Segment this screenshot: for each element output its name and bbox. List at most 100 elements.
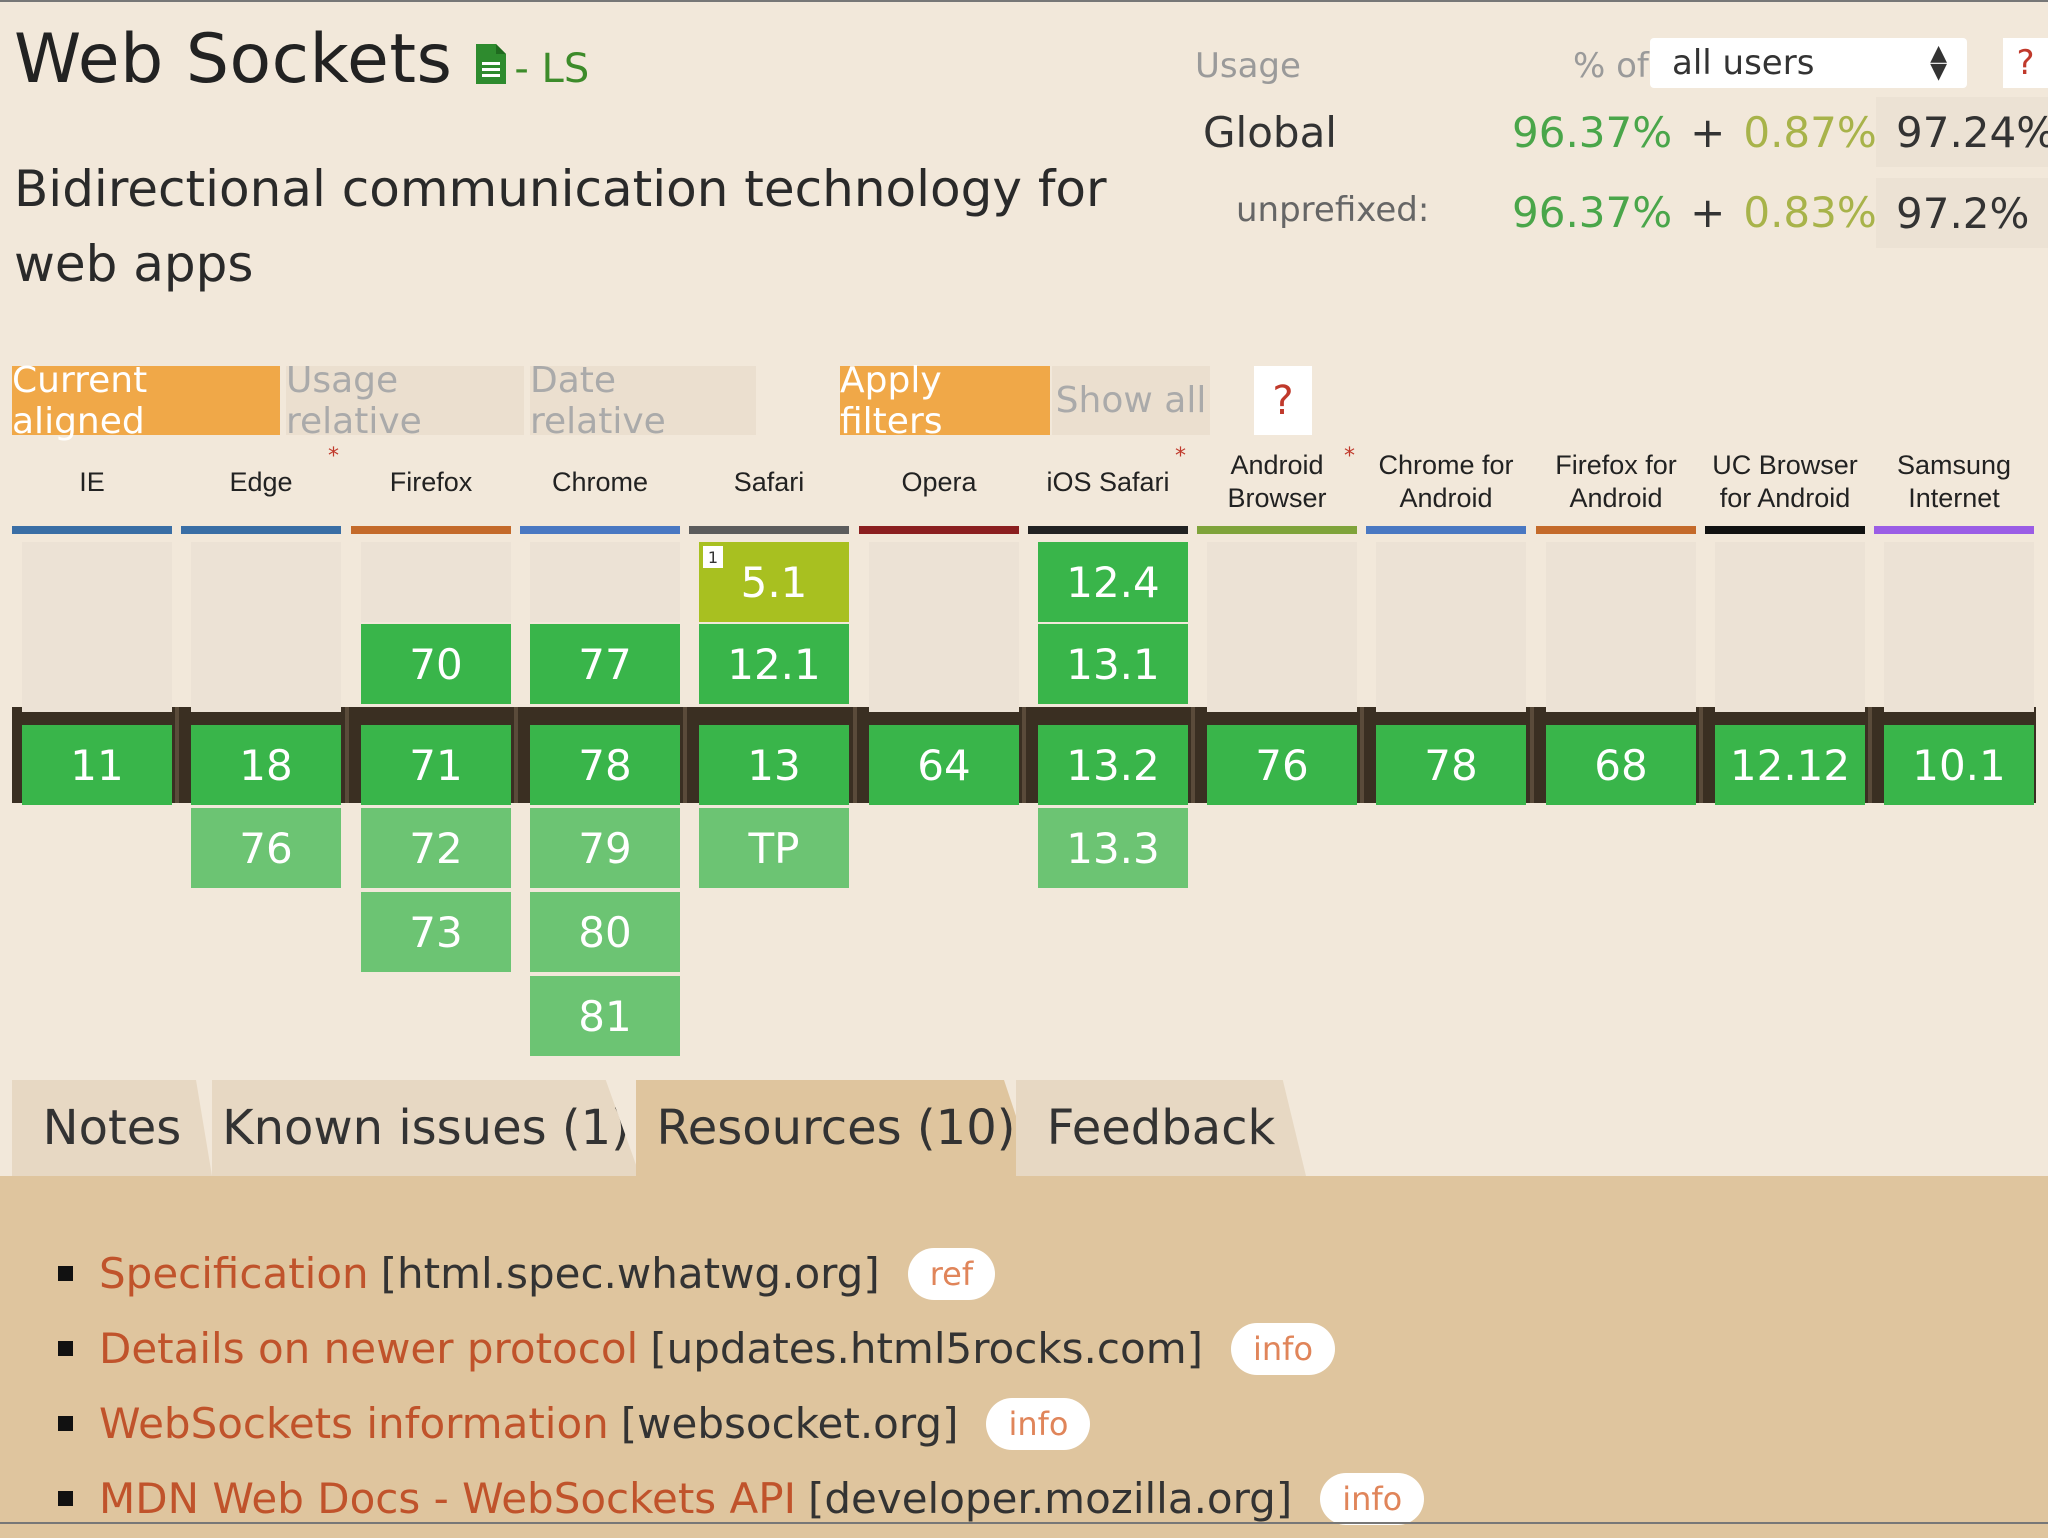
- version-cell[interactable]: 13.3: [1038, 808, 1188, 888]
- current-aligned-button[interactable]: Current aligned: [12, 360, 280, 442]
- tab-feedback[interactable]: Feedback: [1016, 1080, 1306, 1176]
- version-cell[interactable]: 12.4: [1038, 542, 1188, 622]
- band-separator: [1360, 707, 1364, 803]
- empty-version-cell: [1376, 542, 1526, 712]
- browser-name[interactable]: Edge: [181, 442, 341, 522]
- version-label: 12.4: [1066, 557, 1160, 607]
- version-cell[interactable]: 13: [699, 725, 849, 805]
- version-label: 13.1: [1066, 639, 1160, 689]
- tab-notes[interactable]: Notes: [12, 1080, 212, 1176]
- browser-name[interactable]: IE: [12, 442, 172, 522]
- document-icon[interactable]: [476, 44, 507, 84]
- users-select[interactable]: all users ▲ ▼: [1650, 38, 1967, 88]
- browser-name[interactable]: Android Browser: [1197, 442, 1357, 522]
- unprefixed-full-support: 96.37%: [1512, 188, 1673, 237]
- version-cell[interactable]: 12.12: [1715, 725, 1865, 805]
- usage-relative-button[interactable]: Usage relative: [286, 360, 524, 442]
- version-cell[interactable]: 18: [191, 725, 341, 805]
- version-cell[interactable]: 10.1: [1884, 725, 2034, 805]
- plus-sign: +: [1690, 108, 1726, 157]
- tab-resources[interactable]: Resources (10): [636, 1080, 1036, 1176]
- version-cell[interactable]: 72: [361, 808, 511, 888]
- version-cell[interactable]: 11: [22, 725, 172, 805]
- resource-link[interactable]: MDN Web Docs - WebSockets API: [99, 1474, 796, 1523]
- browser-name[interactable]: iOS Safari: [1028, 442, 1188, 522]
- browser-color-bar: [1874, 526, 2034, 534]
- global-total: 97.24%: [1876, 97, 2048, 167]
- version-cell[interactable]: 77: [530, 624, 680, 704]
- version-label: 79: [578, 823, 632, 873]
- version-cell[interactable]: 5.1 1: [699, 542, 849, 622]
- empty-version-cell: [191, 542, 341, 712]
- empty-version-cell: [1207, 542, 1357, 712]
- browser-name[interactable]: Samsung Internet: [1874, 442, 2034, 522]
- square-bullet-icon: [58, 1266, 73, 1281]
- version-cell[interactable]: 81: [530, 976, 680, 1056]
- usage-help-button[interactable]: ?: [2003, 38, 2048, 88]
- version-label: 76: [1255, 740, 1309, 790]
- version-label: 73: [409, 907, 463, 957]
- band-separator: [853, 707, 857, 803]
- band-separator: [1699, 707, 1703, 803]
- version-cell[interactable]: 12.1: [699, 624, 849, 704]
- version-cell[interactable]: 79: [530, 808, 680, 888]
- empty-version-cell: [1546, 542, 1696, 712]
- version-cell[interactable]: TP: [699, 808, 849, 888]
- version-cell[interactable]: 64: [869, 725, 1019, 805]
- version-cell[interactable]: 73: [361, 892, 511, 972]
- version-label: 80: [578, 907, 632, 957]
- browser-name[interactable]: Chrome for Android: [1366, 442, 1526, 522]
- asterisk-note-marker: *: [328, 444, 339, 469]
- version-label: 72: [409, 823, 463, 873]
- version-cell[interactable]: 76: [1207, 725, 1357, 805]
- browser-color-bar: [351, 526, 511, 534]
- version-cell[interactable]: 71: [361, 725, 511, 805]
- browser-name[interactable]: Safari: [689, 442, 849, 522]
- version-label: 18: [239, 740, 293, 790]
- resource-item: Specification [html.spec.whatwg.org] ref: [58, 1236, 1424, 1311]
- version-label: 76: [239, 823, 293, 873]
- feature-header: Web Sockets - LS: [14, 20, 589, 99]
- version-cell[interactable]: 13.2: [1038, 725, 1188, 805]
- version-cell[interactable]: 13.1: [1038, 624, 1188, 704]
- version-label: 5.1: [740, 557, 808, 607]
- show-all-button[interactable]: Show all: [1052, 366, 1210, 435]
- browser-color-bar: [1197, 526, 1357, 534]
- resource-domain: [html.spec.whatwg.org]: [380, 1249, 880, 1298]
- filters-help-button[interactable]: ?: [1254, 366, 1312, 435]
- browser-name[interactable]: Opera: [859, 442, 1019, 522]
- version-cell[interactable]: 76: [191, 808, 341, 888]
- browser-name[interactable]: Firefox: [351, 442, 511, 522]
- version-cell[interactable]: 78: [530, 725, 680, 805]
- resource-link[interactable]: WebSockets information: [99, 1399, 609, 1448]
- version-cell[interactable]: 80: [530, 892, 680, 972]
- asterisk-note-marker: *: [1175, 444, 1186, 469]
- version-label: 77: [578, 639, 632, 689]
- date-relative-button[interactable]: Date relative: [530, 360, 756, 442]
- version-cell[interactable]: 78: [1376, 725, 1526, 805]
- users-select-value: all users: [1672, 43, 1815, 83]
- band-separator: [1022, 707, 1026, 803]
- tab-known-issues[interactable]: Known issues (1): [212, 1080, 640, 1176]
- browser-name[interactable]: UC Browser for Android: [1705, 442, 1865, 522]
- version-cell[interactable]: 70: [361, 624, 511, 704]
- version-label: 13.3: [1066, 823, 1160, 873]
- unprefixed-partial-support: 0.83%: [1743, 188, 1877, 237]
- resource-link[interactable]: Details on newer protocol: [99, 1324, 638, 1373]
- browser-name[interactable]: Chrome: [520, 442, 680, 522]
- spec-status-link[interactable]: - LS: [514, 46, 589, 92]
- resource-link[interactable]: Specification: [99, 1249, 369, 1298]
- apply-filters-button[interactable]: Apply filters: [840, 360, 1050, 442]
- plus-sign: +: [1690, 188, 1726, 237]
- browser-name[interactable]: Firefox for Android: [1536, 442, 1696, 522]
- resources-list: Specification [html.spec.whatwg.org] ref De…: [58, 1236, 1425, 1536]
- resource-domain: [websocket.org]: [620, 1399, 959, 1448]
- empty-version-cell: [22, 542, 172, 712]
- version-cell[interactable]: 68: [1546, 725, 1696, 805]
- version-label: 71: [409, 740, 463, 790]
- version-label: 78: [578, 740, 632, 790]
- browser-color-bar: [1705, 526, 1865, 534]
- version-label: 81: [578, 991, 632, 1041]
- resource-badge: info: [1231, 1322, 1336, 1375]
- square-bullet-icon: [58, 1341, 73, 1356]
